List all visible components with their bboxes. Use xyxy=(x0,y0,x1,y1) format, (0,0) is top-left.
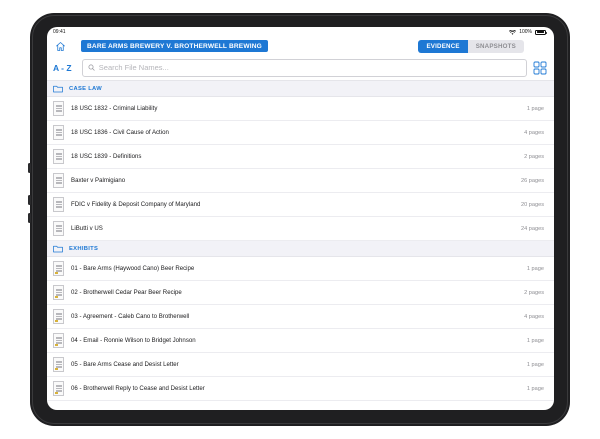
side-button xyxy=(28,163,31,173)
view-segmented-control: EVIDENCE SNAPSHOTS xyxy=(418,40,524,53)
search-icon xyxy=(88,64,95,71)
file-row[interactable]: 18 USC 1836 - Civil Cause of Action 4 pag… xyxy=(47,121,554,145)
search-input[interactable]: Search File Names... xyxy=(81,58,527,77)
file-row[interactable]: 05 - Bare Arms Cease and Desist Letter 1 … xyxy=(47,353,554,377)
page-count: 1 page xyxy=(526,265,544,272)
document-icon xyxy=(53,149,64,164)
document-icon xyxy=(53,381,64,396)
section-header[interactable]: EXHIBITS xyxy=(47,241,554,257)
file-name: 05 - Bare Arms Cease and Desist Letter xyxy=(71,361,179,368)
folder-icon xyxy=(53,245,63,252)
status-time: 09:41 xyxy=(53,29,66,35)
document-icon xyxy=(53,357,64,372)
grid-view-button[interactable] xyxy=(533,60,548,76)
file-name: 18 USC 1836 - Civil Cause of Action xyxy=(71,129,169,136)
document-icon xyxy=(53,101,64,116)
file-row[interactable]: 03 - Agreement - Caleb Cano to Brotherwe… xyxy=(47,305,554,329)
status-bar: 09:41 100% xyxy=(47,27,554,37)
file-name: 18 USC 1832 - Criminal Liability xyxy=(71,105,158,112)
document-icon xyxy=(53,261,64,276)
page-count: 26 pages xyxy=(520,177,544,184)
file-row[interactable]: 02 - Brotherwell Cedar Pear Beer Recipe 2… xyxy=(47,281,554,305)
battery-percent: 100% xyxy=(519,29,532,35)
page-count: 1 page xyxy=(526,361,544,368)
file-name: 03 - Agreement - Caleb Cano to Brotherwe… xyxy=(71,313,190,320)
page-count: 1 page xyxy=(526,105,544,112)
file-row[interactable]: 18 USC 1839 - Definitions 2 pages xyxy=(47,145,554,169)
section-header[interactable]: CASE LAW xyxy=(47,81,554,97)
sort-toggle[interactable]: A - Z xyxy=(53,63,78,73)
page-count: 1 page xyxy=(526,385,544,392)
document-icon xyxy=(53,197,64,212)
file-name: 06 - Brotherwell Reply to Cease and Desi… xyxy=(71,385,205,392)
file-name: 01 - Bare Arms (Haywood Cano) Beer Recip… xyxy=(71,265,195,272)
side-button xyxy=(28,195,31,205)
file-row[interactable]: LiButti v US 24 pages xyxy=(47,217,554,241)
search-row: A - Z Search File Names... xyxy=(47,55,554,81)
page-count: 4 pages xyxy=(524,129,544,136)
file-name: Baxter v Palmigiano xyxy=(71,177,126,184)
document-icon xyxy=(53,125,64,140)
document-icon xyxy=(53,221,64,236)
file-row[interactable]: 06 - Brotherwell Reply to Cease and Desi… xyxy=(47,377,554,401)
file-list: CASE LAW 18 USC 1832 - Criminal Liability… xyxy=(47,81,554,401)
section-title: EXHIBITS xyxy=(69,245,99,252)
tab-evidence[interactable]: EVIDENCE xyxy=(418,40,468,53)
document-icon xyxy=(53,333,64,348)
page-count: 2 pages xyxy=(524,153,544,160)
page-count: 4 pages xyxy=(524,313,544,320)
file-row[interactable]: Baxter v Palmigiano 26 pages xyxy=(47,169,554,193)
app-screen: 09:41 100% BARE ARMS BREWERY V. BROTHERW… xyxy=(47,27,554,410)
page-count: 24 pages xyxy=(520,225,544,232)
wifi-icon xyxy=(509,29,517,35)
document-icon xyxy=(53,285,64,300)
home-button[interactable] xyxy=(53,39,67,53)
file-row[interactable]: 01 - Bare Arms (Haywood Cano) Beer Recip… xyxy=(47,257,554,281)
file-name: LiButti v US xyxy=(71,225,103,232)
file-row[interactable]: 18 USC 1832 - Criminal Liability 1 page xyxy=(47,97,554,121)
folder-icon xyxy=(53,85,63,92)
battery-icon xyxy=(535,29,547,35)
battery-level xyxy=(536,31,545,33)
section-title: CASE LAW xyxy=(69,85,102,92)
document-icon xyxy=(53,309,64,324)
file-name: FDIC v Fidelity & Deposit Company of Mar… xyxy=(71,201,201,208)
status-right: 100% xyxy=(509,29,547,35)
file-name: 18 USC 1839 - Definitions xyxy=(71,153,142,160)
tab-snapshots[interactable]: SNAPSHOTS xyxy=(467,40,524,53)
grid-view-icon xyxy=(533,61,547,74)
nav-bar: BARE ARMS BREWERY V. BROTHERWELL BREWING… xyxy=(47,37,554,55)
home-icon xyxy=(55,41,65,51)
page-count: 2 pages xyxy=(524,289,544,296)
page-count: 1 page xyxy=(526,337,544,344)
file-row[interactable]: FDIC v Fidelity & Deposit Company of Mar… xyxy=(47,193,554,217)
file-row[interactable]: 04 - Email - Ronnie Wilson to Bridget Jo… xyxy=(47,329,554,353)
side-button xyxy=(28,213,31,223)
search-placeholder: Search File Names... xyxy=(98,63,169,72)
file-name: 04 - Email - Ronnie Wilson to Bridget Jo… xyxy=(71,337,196,344)
document-icon xyxy=(53,173,64,188)
page-count: 20 pages xyxy=(520,201,544,208)
file-name: 02 - Brotherwell Cedar Pear Beer Recipe xyxy=(71,289,182,296)
case-title[interactable]: BARE ARMS BREWERY V. BROTHERWELL BREWING xyxy=(81,40,268,52)
